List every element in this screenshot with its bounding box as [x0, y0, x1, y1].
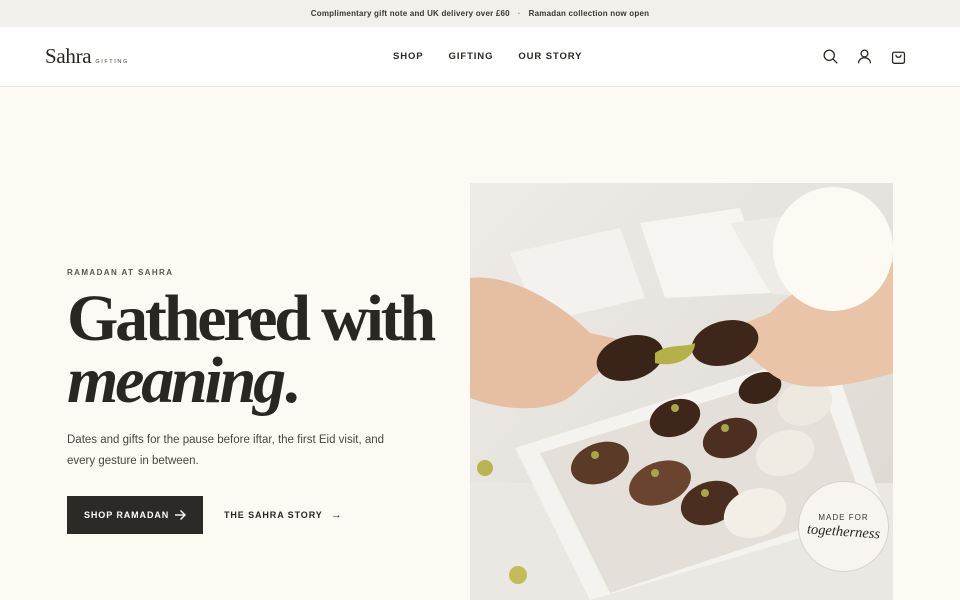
account-icon[interactable]	[856, 48, 873, 65]
brand-logo[interactable]: Sahra GIFTING	[45, 44, 129, 69]
sahra-story-link[interactable]: THE SAHRA STORY →	[224, 509, 343, 521]
announcement-separator: ·	[517, 9, 521, 18]
brand-name: Sahra	[45, 44, 92, 68]
header-icons	[822, 48, 907, 65]
nav-item-gifting[interactable]: GIFTING	[449, 51, 494, 62]
arrow-right-icon	[175, 510, 186, 520]
hero-description: Dates and gifts for the pause before ift…	[67, 434, 385, 467]
main-nav: SHOP GIFTING OUR STORY	[393, 51, 582, 62]
shop-ramadan-label: SHOP RAMADAN	[84, 510, 170, 520]
badge-line-1: MADE FOR	[818, 513, 869, 522]
announcement-right: Ramadan collection now open	[528, 9, 650, 18]
badge-line-2: togetherness	[806, 521, 881, 543]
search-icon[interactable]	[822, 48, 839, 65]
nav-item-shop[interactable]: SHOP	[393, 51, 424, 62]
decorative-circle	[773, 187, 893, 311]
cart-icon[interactable]	[890, 48, 907, 65]
shop-ramadan-button[interactable]: SHOP RAMADAN	[67, 496, 203, 534]
announcement-left: Complimentary gift note and UK delivery …	[310, 9, 510, 18]
headline-line-2: meaning	[67, 344, 286, 417]
sahra-story-label: THE SAHRA STORY	[224, 510, 323, 520]
made-for-togetherness-badge: MADE FOR togetherness	[798, 481, 889, 572]
hero-eyebrow: RAMADAN AT SAHRA	[67, 268, 174, 277]
site-header: Sahra GIFTING SHOP GIFTING OUR STORY	[0, 27, 960, 87]
hero-headline: Gathered with meaning.	[67, 286, 436, 414]
nav-item-our-story[interactable]: OUR STORY	[518, 51, 582, 62]
headline-period: .	[282, 344, 300, 417]
announcement-bar: Complimentary gift note and UK delivery …	[0, 0, 960, 27]
arrow-right-icon: →	[330, 509, 343, 521]
brand-tagline: GIFTING	[95, 59, 129, 65]
